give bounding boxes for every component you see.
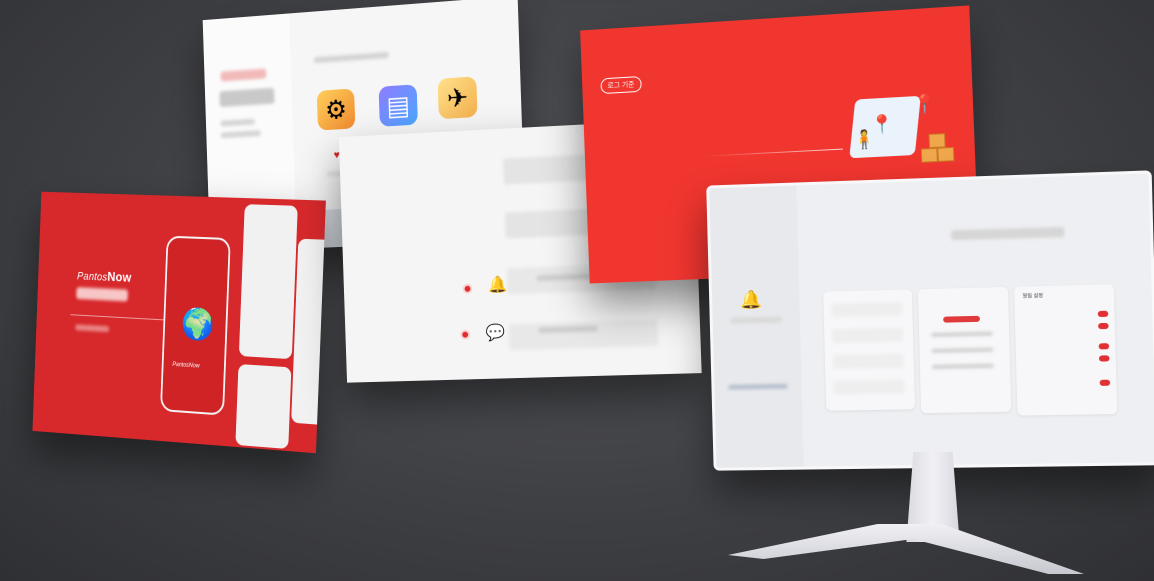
notification-toggle[interactable] <box>1098 323 1109 329</box>
package-box <box>937 147 954 162</box>
mobile-app-panel: PantosNow 🌍 PantosNow <box>32 192 325 454</box>
person-icon: 🧍 <box>852 129 876 151</box>
route-line <box>702 149 842 157</box>
bell-icon: 🔔 <box>487 274 507 295</box>
location-pin-icon: 📍 <box>912 93 936 116</box>
phone-mockup: 🌍 PantosNow <box>160 236 231 416</box>
app-screen-card <box>291 239 326 426</box>
form-card <box>918 287 1011 413</box>
app-screen-card <box>239 204 298 359</box>
marketing-scene: ⚙ ▤ ✈ ♥ ♥ ♥ PantosNow 🌍 PantosNow 🔔 💬 <box>0 0 1154 581</box>
notification-toggle[interactable] <box>1099 343 1110 349</box>
globe-icon: 🌍 <box>180 306 215 343</box>
status-badge: 로그 기준 <box>600 76 641 94</box>
timeline-dot <box>460 330 470 340</box>
settings-title: 알림 설정 <box>1022 292 1043 300</box>
bell-icon: 🔔 <box>740 289 763 310</box>
notification-toggle[interactable] <box>1100 380 1111 386</box>
timeline-dot <box>463 284 473 294</box>
monitor-sidebar: 🔔 <box>709 185 804 467</box>
app-screen-card <box>235 364 291 449</box>
airplane-icon: ✈ <box>438 76 478 119</box>
monitor-stand-base <box>728 524 1084 574</box>
notification-toggle[interactable] <box>1099 355 1110 361</box>
desktop-monitor: 🔔 알림 설정 <box>706 170 1154 470</box>
gear-icon: ⚙ <box>317 88 356 130</box>
package-box <box>928 133 945 148</box>
phone-brand-label: PantosNow <box>172 362 199 370</box>
document-icon: ▤ <box>379 84 418 127</box>
divider-line <box>70 314 163 320</box>
notification-toggle[interactable] <box>1098 311 1109 317</box>
notification-settings-card: 알림 설정 <box>1014 284 1117 415</box>
package-box <box>921 148 938 163</box>
chat-icon: 💬 <box>485 322 505 343</box>
brand-logo: PantosNow <box>77 267 132 284</box>
service-card <box>823 289 915 410</box>
